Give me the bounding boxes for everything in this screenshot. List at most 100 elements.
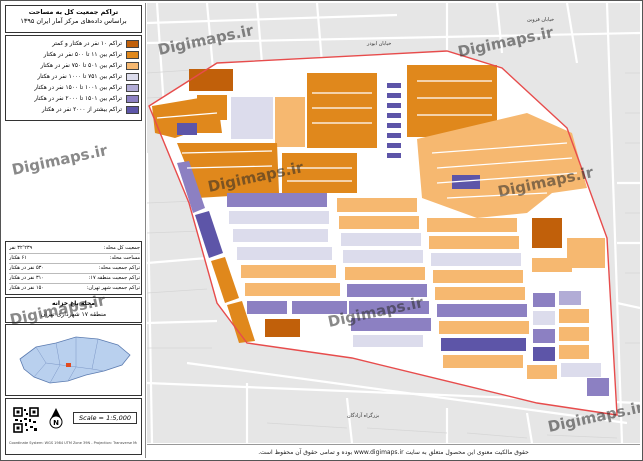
stat-label: مساحت محله: xyxy=(109,255,140,261)
map-sidebar: تراکم جمعیت کل به مساحت براساس داده‌های … xyxy=(3,3,146,458)
legend-swatch xyxy=(126,40,139,48)
neighborhood-marker xyxy=(66,363,71,367)
stat-value: ۱۵۰ نفر در هکتار xyxy=(9,285,44,291)
legend-item: تراکم بیشتر از ۲۰۰۰ نفر در هکتار xyxy=(10,106,139,115)
inset-locator-map xyxy=(5,324,142,396)
block xyxy=(265,319,300,337)
stat-label: جمعیت کل محله: xyxy=(103,245,140,251)
legend-label: تراکم ۱۰ نفر در هکتار و کمتر xyxy=(52,41,122,47)
stat-value: ۳۲٬۲۳۹ نفر xyxy=(9,245,33,251)
neighborhood-name: محله باغ خزانه xyxy=(52,300,95,307)
street-label: خیابان قزوین xyxy=(527,17,555,23)
block xyxy=(559,345,589,359)
block xyxy=(339,216,419,229)
north-label: N xyxy=(53,419,59,427)
block xyxy=(227,193,327,207)
stat-value: ۳۱۰ نفر در هکتار xyxy=(9,275,44,281)
map-svg xyxy=(147,3,640,443)
block xyxy=(353,335,423,347)
block xyxy=(431,253,521,266)
block xyxy=(233,229,328,242)
block xyxy=(387,83,401,88)
block xyxy=(345,267,425,280)
legend-swatch xyxy=(126,95,139,103)
legend-label: تراکم بین ۵۰۱ تا ۷۵۰ نفر در هکتار xyxy=(40,63,122,69)
block xyxy=(527,365,557,379)
street-label: خیابان ابوذر xyxy=(367,41,392,47)
block xyxy=(231,97,273,139)
block xyxy=(427,218,517,232)
block xyxy=(282,153,357,193)
block xyxy=(567,238,605,268)
legend-item: تراکم بین ۵۰۱ تا ۷۵۰ نفر در هکتار xyxy=(10,62,139,71)
block xyxy=(387,93,401,98)
block xyxy=(533,329,555,343)
stats-table: جمعیت کل محله: ۳۲٬۲۳۹ نفر مساحت محله: ۶۱… xyxy=(5,241,142,295)
street-label: بزرگراه آزادگان xyxy=(347,413,380,419)
legend-swatch xyxy=(126,84,139,92)
tehran-inset-svg xyxy=(19,336,131,384)
block xyxy=(533,347,555,361)
block xyxy=(441,338,526,351)
block xyxy=(387,133,401,138)
legend-item: تراکم ۱۰ نفر در هکتار و کمتر xyxy=(10,40,139,49)
block xyxy=(387,153,401,158)
block xyxy=(559,309,589,323)
block xyxy=(439,321,529,334)
block xyxy=(587,378,609,396)
legend-item: تراکم بین ۷۵۱ تا ۱۰۰۰ نفر در هکتار xyxy=(10,73,139,82)
block xyxy=(351,318,431,331)
stat-value: ۶۱ هکتار xyxy=(9,255,27,261)
block xyxy=(532,218,562,248)
legend: تراکم ۱۰ نفر در هکتار و کمتر تراکم بین ۱… xyxy=(5,35,142,121)
legend-swatch xyxy=(126,62,139,70)
legend-swatch xyxy=(126,51,139,59)
block xyxy=(435,287,525,300)
block xyxy=(559,291,581,305)
block xyxy=(177,123,197,135)
block xyxy=(349,301,429,314)
block xyxy=(387,113,401,118)
block xyxy=(387,103,401,108)
district-name: منطقه ۱۷ شهرداری تهران xyxy=(40,311,107,318)
north-arrow-icon: N xyxy=(48,407,64,429)
block xyxy=(387,143,401,148)
block xyxy=(275,97,305,147)
legend-item: تراکم بین ۱۵۰۱ تا ۲۰۰۰ نفر در هکتار xyxy=(10,95,139,104)
block xyxy=(387,123,401,128)
stat-label: تراکم جمعیت منطقه ۱۷: xyxy=(88,275,140,281)
block xyxy=(559,327,589,341)
block xyxy=(247,301,287,314)
projection-note: Coordinate System: WGS 1984 UTM Zone 39N… xyxy=(9,441,137,445)
map-sheet: تراکم جمعیت کل به مساحت براساس داده‌های … xyxy=(0,0,643,461)
map-subtitle: براساس داده‌های مرکز آمار ایران ۱۳۹۵ xyxy=(20,17,127,25)
block xyxy=(561,363,601,377)
legend-label: تراکم بین ۷۵۱ تا ۱۰۰۰ نفر در هکتار xyxy=(37,74,122,80)
legend-label: تراکم بین ۱۵۰۱ تا ۲۰۰۰ نفر در هکتار xyxy=(34,96,122,102)
block xyxy=(241,265,336,278)
block xyxy=(347,284,427,297)
block xyxy=(245,283,340,296)
block xyxy=(197,95,227,120)
block xyxy=(533,311,555,325)
block xyxy=(429,236,519,249)
legend-swatch xyxy=(126,106,139,114)
legend-label: تراکم بین ۱۰۰۱ تا ۱۵۰۰ نفر در هکتار xyxy=(34,85,122,91)
block xyxy=(343,250,423,263)
block xyxy=(437,304,527,317)
block xyxy=(443,355,523,368)
block xyxy=(341,233,421,246)
stat-value: ۵۳۰ نفر در هکتار xyxy=(9,265,44,271)
tehran-outline xyxy=(19,336,131,384)
area-box: محله باغ خزانه منطقه ۱۷ شهرداری تهران xyxy=(5,297,142,323)
scale-label: Scale = 1:5,000 xyxy=(73,412,137,424)
stat-label: تراکم جمعیت محله: xyxy=(98,265,140,271)
qr-code-icon xyxy=(13,407,39,433)
map-title: تراکم جمعیت کل به مساحت xyxy=(28,8,119,16)
block xyxy=(292,301,347,314)
map-title-box: تراکم جمعیت کل به مساحت براساس داده‌های … xyxy=(5,5,142,33)
block xyxy=(237,247,332,260)
stat-label: تراکم جمعیت شهر تهران: xyxy=(86,285,140,291)
map-canvas[interactable]: خیابان ابوذر خیابان قزوین بزرگراه آزادگا… xyxy=(147,3,640,443)
legend-item: تراکم بین ۱۰۰۱ تا ۱۵۰۰ نفر در هکتار xyxy=(10,84,139,93)
